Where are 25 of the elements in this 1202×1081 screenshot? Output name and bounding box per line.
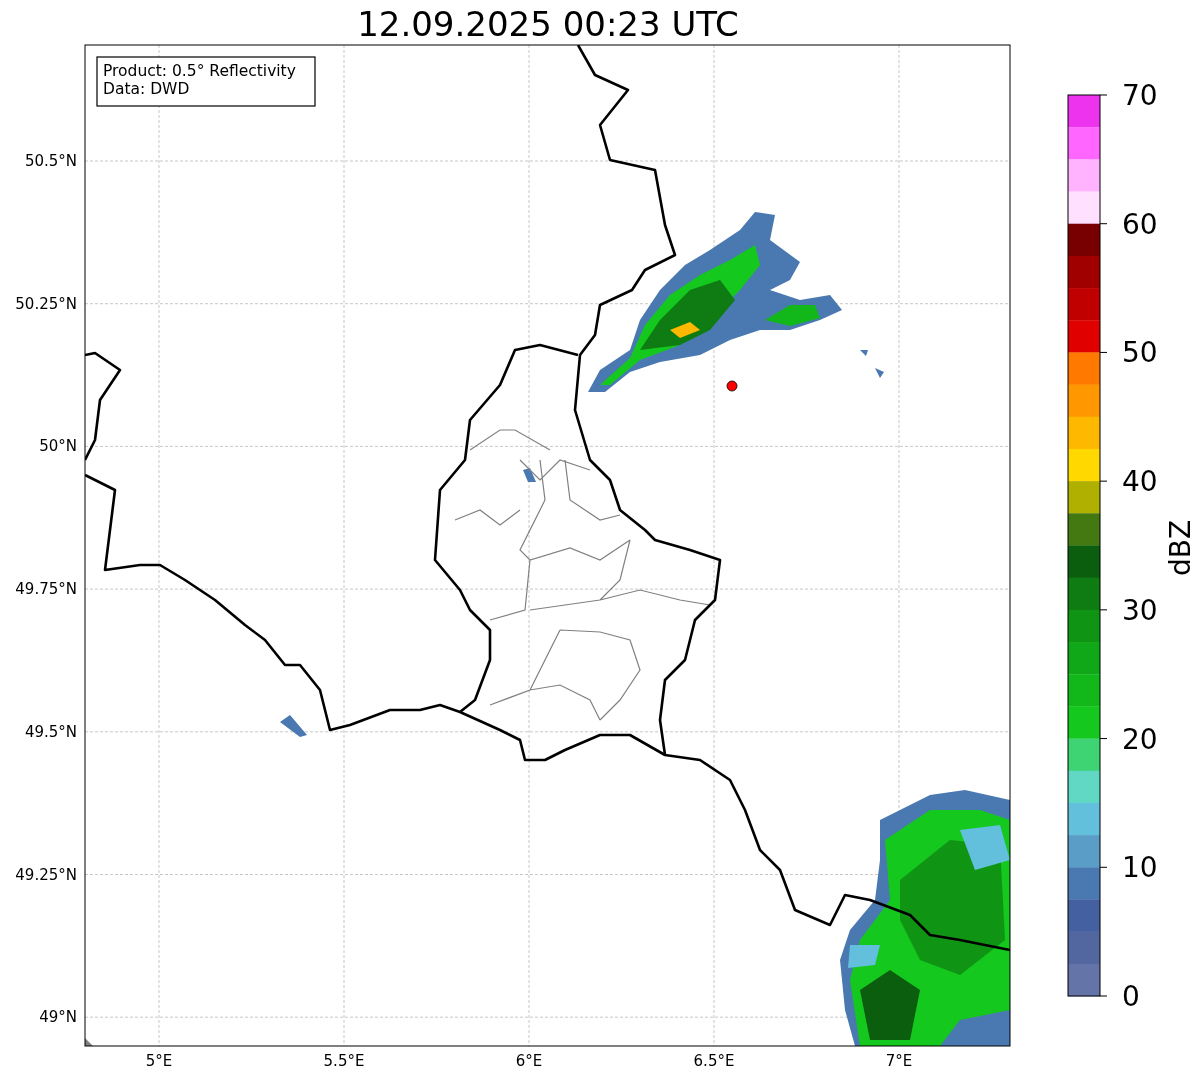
colorbar-label: dBZ: [1164, 519, 1197, 577]
colorbar-tick-label: 10: [1122, 851, 1158, 885]
latitude-label: 49.25°N: [15, 865, 77, 884]
colorbar-tick-label: 0: [1122, 980, 1140, 1013]
longitude-label: 5°E: [145, 1052, 173, 1070]
latitude-label: 50.25°N: [15, 294, 77, 313]
legend-text: Data: DWD: [103, 80, 190, 98]
colorbar-tick-label: 70: [1122, 79, 1158, 112]
latitude-label: 49°N: [39, 1008, 77, 1027]
chart-title: 12.09.2025 00:23 UTC: [357, 4, 739, 44]
colorbar-tick-label: 60: [1122, 207, 1158, 241]
latitude-label: 49.5°N: [24, 722, 77, 741]
latitude-label: 50.5°N: [24, 152, 77, 170]
latitude-label: 50°N: [39, 437, 77, 456]
colorbar-tick-label: 50: [1122, 336, 1158, 370]
legend-text: Product: 0.5° Reflectivity: [103, 62, 296, 80]
latitude-label: 49.75°N: [15, 580, 77, 599]
colorbar-tick-label: 30: [1122, 593, 1158, 627]
colorbar-tick-label: 40: [1122, 465, 1158, 499]
longitude-label: 6.5°E: [693, 1052, 735, 1070]
longitude-label: 7°E: [885, 1052, 913, 1070]
longitude-label: 5.5°E: [323, 1052, 365, 1070]
longitude-label: 6°E: [515, 1052, 543, 1070]
colorbar-tick-label: 20: [1122, 722, 1158, 756]
radar-site-marker: [726, 380, 738, 392]
